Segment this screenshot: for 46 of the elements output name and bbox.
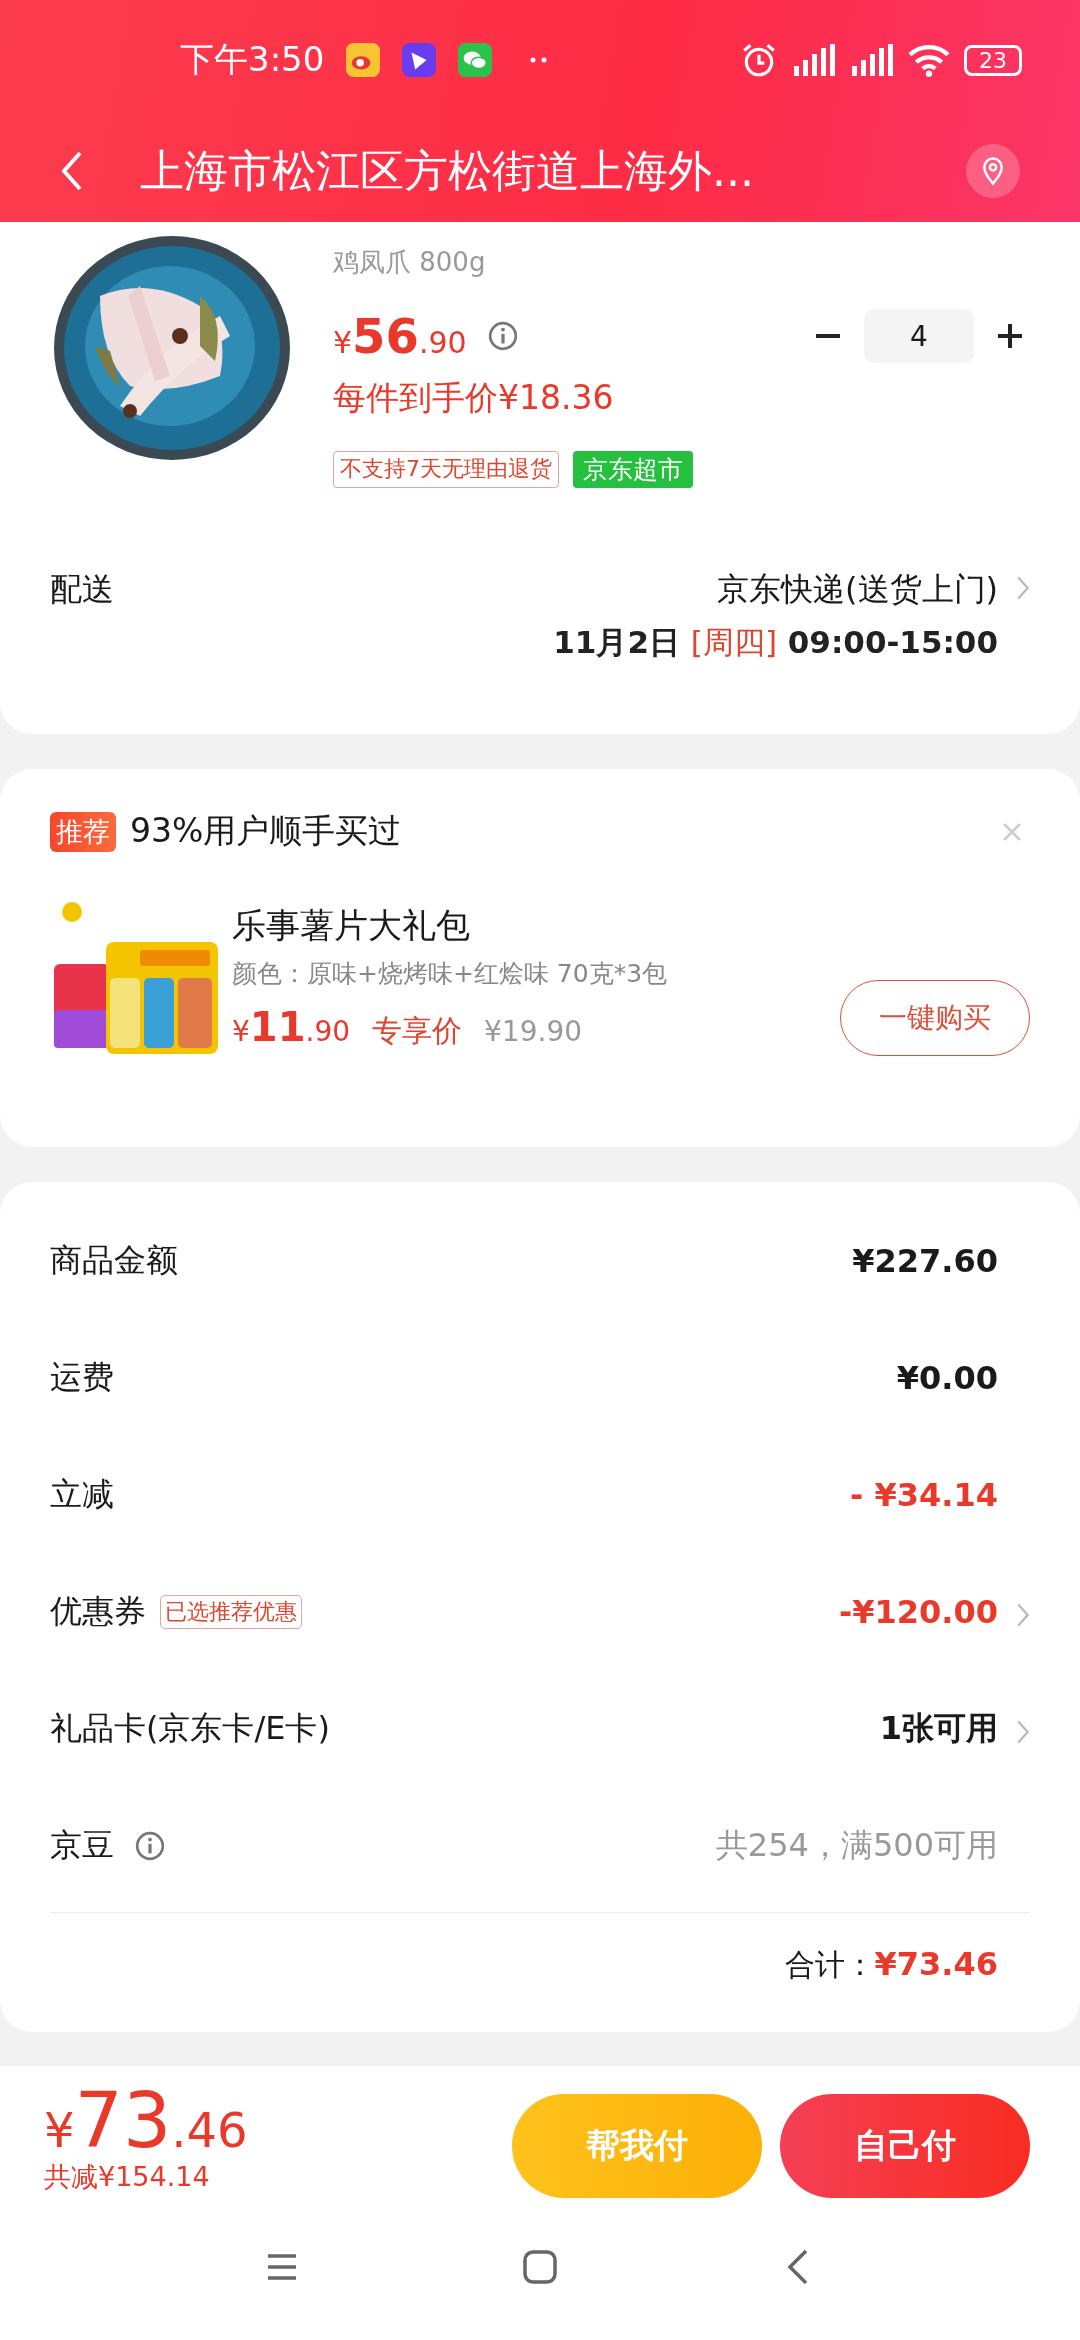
- product-variant: 鸡凤爪 800g: [333, 246, 487, 279]
- price-label: 专享价: [372, 1011, 463, 1050]
- summary-label: 商品金额: [50, 1239, 178, 1281]
- original-price: ¥19.90: [484, 1014, 582, 1048]
- total-value: ¥73.46: [874, 1945, 998, 1983]
- product-tag: 京东超市: [573, 451, 693, 488]
- recommend-product-spec: 颜色：原味+烧烤味+红烩味 70克*3包: [232, 957, 669, 990]
- summary-label: 礼品卡(京东卡/E卡): [50, 1707, 330, 1749]
- notification-icon: [346, 43, 381, 77]
- notification-icon: [402, 43, 437, 77]
- summary-label: 优惠券: [50, 1590, 146, 1632]
- alarm-icon: [740, 41, 778, 79]
- status-time: 下午3:50: [180, 38, 325, 81]
- info-icon[interactable]: [134, 1829, 166, 1862]
- coupon-tag: 已选推荐优惠: [160, 1594, 302, 1629]
- summary-label: 京豆: [50, 1824, 114, 1866]
- address-title[interactable]: 上海市松江区方松街道上海外...: [140, 141, 754, 201]
- pay-button[interactable]: 自己付: [780, 2094, 1030, 2198]
- summary-value: - ¥34.14: [850, 1475, 998, 1514]
- delivery-label: 配送: [50, 569, 114, 610]
- recommend-product-name: 乐事薯片大礼包: [232, 903, 471, 947]
- wifi-icon: [906, 42, 952, 78]
- recommend-title: 93%用户顺手买过: [130, 810, 402, 852]
- info-icon[interactable]: [486, 320, 519, 352]
- summary-label: 立减: [50, 1473, 114, 1515]
- battery-indicator: 23: [964, 44, 1022, 76]
- recommend-price: ¥11.90: [232, 1003, 351, 1050]
- quantity-field[interactable]: 4: [864, 309, 974, 363]
- delivery-method[interactable]: 京东快递(送货上门): [717, 568, 998, 612]
- product-price: ¥56.90: [333, 308, 467, 364]
- unit-price: 每件到手价¥18.36: [333, 377, 615, 419]
- buy-button[interactable]: 一键购买: [840, 980, 1030, 1056]
- product-tag: 不支持7天无理由退货: [333, 451, 559, 488]
- summary-value: ¥0.00: [896, 1358, 998, 1397]
- summary-value[interactable]: 1张可用: [879, 1706, 998, 1751]
- delivery-time: 11月2日 [周四] 09:00-15:00: [553, 623, 998, 662]
- summary-value: ¥227.60: [852, 1241, 998, 1280]
- back-icon[interactable]: [60, 149, 84, 193]
- total-label: 合计：: [784, 1946, 875, 1984]
- recommend-badge: 推荐: [50, 811, 116, 852]
- summary-value[interactable]: -¥120.00: [838, 1592, 998, 1631]
- location-button[interactable]: [966, 144, 1020, 198]
- summary-label: 运费: [50, 1356, 114, 1398]
- chat-icon: [458, 43, 493, 77]
- summary-value: 共254，满500可用: [715, 1824, 998, 1866]
- home-icon[interactable]: [520, 2247, 560, 2287]
